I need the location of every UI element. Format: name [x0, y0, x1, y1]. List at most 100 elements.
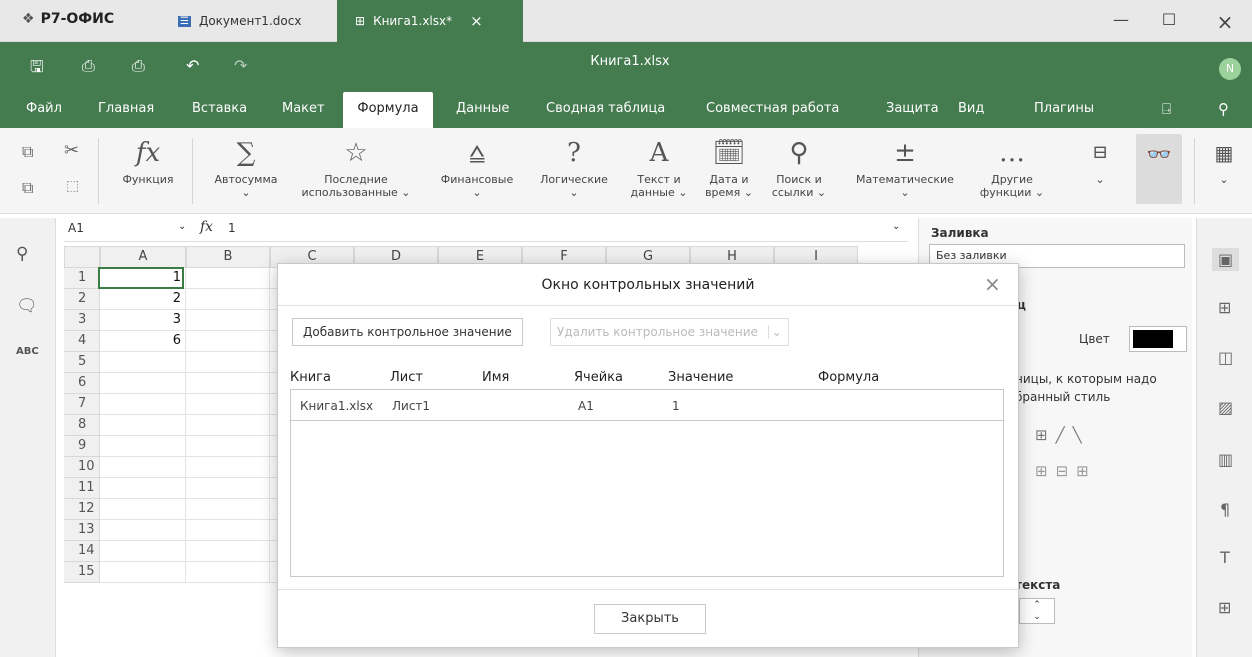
pivot-settings-icon[interactable]: ⊞	[1218, 598, 1231, 617]
text-art-icon[interactable]: T	[1220, 548, 1230, 567]
text-spinner[interactable]: ⌃ ⌄	[1019, 598, 1055, 624]
expand-formula-icon[interactable]: ⌄	[892, 221, 900, 232]
grid-cell[interactable]: 3	[100, 310, 186, 331]
select-all-corner[interactable]	[64, 246, 100, 268]
menu-home[interactable]: Главная	[88, 92, 164, 128]
grid-cell[interactable]	[100, 541, 186, 562]
avatar[interactable]: N	[1219, 58, 1241, 80]
spellcheck-icon[interactable]: ABC	[16, 346, 39, 357]
name-box[interactable]: A1 ⌄	[68, 221, 188, 235]
grid-cell[interactable]	[100, 394, 186, 415]
grid-cell[interactable]	[186, 310, 270, 331]
border-buttons-row2[interactable]: ⊞⊟⊞	[1035, 462, 1097, 480]
copy-icon[interactable]: ⧉	[22, 142, 33, 162]
grid-cell[interactable]	[186, 394, 270, 415]
row-header[interactable]: 4	[64, 331, 100, 352]
grid-cell[interactable]	[186, 352, 270, 373]
row-header[interactable]: 13	[64, 520, 100, 541]
grid-cell[interactable]	[186, 436, 270, 457]
maximize-button[interactable]: ☐	[1154, 10, 1184, 32]
menu-file[interactable]: Файл	[16, 92, 72, 128]
grid-cell[interactable]: 2	[100, 289, 186, 310]
autosum-button[interactable]: ∑ Автосумма ⌄	[206, 135, 286, 199]
undo-icon[interactable]: ↶	[186, 56, 199, 75]
delete-watch-button[interactable]: Удалить контрольное значение ⌄	[550, 318, 789, 346]
menu-pivot[interactable]: Сводная таблица	[536, 92, 675, 128]
menu-formula[interactable]: Формула	[343, 92, 433, 128]
grid-cell[interactable]	[186, 289, 270, 310]
grid-cell[interactable]	[186, 541, 270, 562]
grid-cell[interactable]	[186, 268, 270, 289]
column-header[interactable]: B	[186, 246, 270, 268]
row-header[interactable]: 10	[64, 457, 100, 478]
grid-cell[interactable]	[186, 415, 270, 436]
row-header[interactable]: 15	[64, 562, 100, 583]
tab-document[interactable]: ☰ Документ1.docx	[160, 0, 319, 42]
date-time-button[interactable]: 🗓 Дата и время ⌄	[698, 135, 760, 199]
close-window-button[interactable]: ×	[1210, 10, 1240, 34]
grid-cell[interactable]	[100, 373, 186, 394]
redo-icon[interactable]: ↷	[234, 56, 247, 75]
menu-plugins[interactable]: Плагины	[1024, 92, 1104, 128]
menu-protection[interactable]: Защита	[876, 92, 949, 128]
table-settings-icon[interactable]: ⊞	[1218, 298, 1231, 317]
formula-input[interactable]: 1	[228, 221, 236, 235]
row-header[interactable]: 5	[64, 352, 100, 373]
menu-layout[interactable]: Макет	[272, 92, 335, 128]
grid-cell[interactable]	[186, 499, 270, 520]
grid-cell[interactable]	[186, 373, 270, 394]
math-button[interactable]: ± Математические ⌄	[846, 135, 964, 199]
select-all-icon[interactable]: ⬚	[66, 178, 79, 194]
search-icon[interactable]: ⚲	[16, 244, 28, 264]
quick-print-icon[interactable]: ⎙	[132, 56, 145, 76]
watch-window-button[interactable]: 👓	[1136, 134, 1182, 204]
text-data-button[interactable]: A Текст и данные ⌄	[624, 135, 694, 199]
cell-settings-icon[interactable]: ▣	[1212, 248, 1240, 271]
paragraph-settings-icon[interactable]: ¶	[1220, 500, 1230, 519]
grid-cell[interactable]	[100, 520, 186, 541]
paste-icon[interactable]: ⧉	[22, 178, 33, 198]
open-location-icon[interactable]: ⍈	[1152, 92, 1181, 128]
row-header[interactable]: 14	[64, 541, 100, 562]
calculation-button[interactable]: ▦ ⌄	[1204, 135, 1244, 186]
grid-cell[interactable]	[100, 352, 186, 373]
grid-cell[interactable]	[186, 520, 270, 541]
close-button[interactable]: Закрыть	[594, 604, 706, 634]
border-buttons-row1[interactable]: ⊞╱╲	[1035, 426, 1090, 444]
grid-cell[interactable]	[100, 436, 186, 457]
menu-insert[interactable]: Вставка	[182, 92, 257, 128]
row-header[interactable]: 1	[64, 268, 100, 289]
grid-cell[interactable]	[186, 331, 270, 352]
grid-cell[interactable]	[186, 562, 270, 583]
minimize-button[interactable]: —	[1106, 10, 1136, 32]
grid-cell[interactable]	[100, 457, 186, 478]
add-watch-button[interactable]: Добавить контрольное значение	[292, 318, 523, 346]
grid-cell[interactable]	[186, 478, 270, 499]
row-header[interactable]: 3	[64, 310, 100, 331]
shape-settings-icon[interactable]: ◫	[1218, 348, 1233, 367]
recent-functions-button[interactable]: ☆ Последние использованные ⌄	[296, 135, 416, 199]
row-header[interactable]: 8	[64, 415, 100, 436]
tab-close-icon[interactable]: ×	[470, 12, 483, 30]
watch-list[interactable]	[290, 389, 1004, 577]
print-icon[interactable]: ⎙	[82, 56, 95, 76]
row-header[interactable]: 9	[64, 436, 100, 457]
row-header[interactable]: 6	[64, 373, 100, 394]
color-picker[interactable]	[1129, 326, 1187, 352]
menu-collaboration[interactable]: Совместная работа	[696, 92, 849, 128]
grid-cell[interactable]	[100, 478, 186, 499]
other-functions-button[interactable]: … Другие функции ⌄	[970, 135, 1054, 199]
row-header[interactable]: 12	[64, 499, 100, 520]
tab-spreadsheet[interactable]: ⊞ Книга1.xlsx* ×	[337, 0, 523, 42]
cut-icon[interactable]: ✂	[64, 140, 79, 161]
insert-function-button[interactable]: fx Функция	[112, 135, 184, 186]
image-settings-icon[interactable]: ▨	[1218, 398, 1233, 417]
row-header[interactable]: 2	[64, 289, 100, 310]
grid-cell[interactable]: 6	[100, 331, 186, 352]
function-icon[interactable]: fx	[200, 219, 213, 235]
column-header[interactable]: A	[100, 246, 186, 268]
close-icon[interactable]: ×	[984, 272, 1001, 296]
row-header[interactable]: 7	[64, 394, 100, 415]
grid-cell[interactable]	[186, 457, 270, 478]
row-header[interactable]: 11	[64, 478, 100, 499]
